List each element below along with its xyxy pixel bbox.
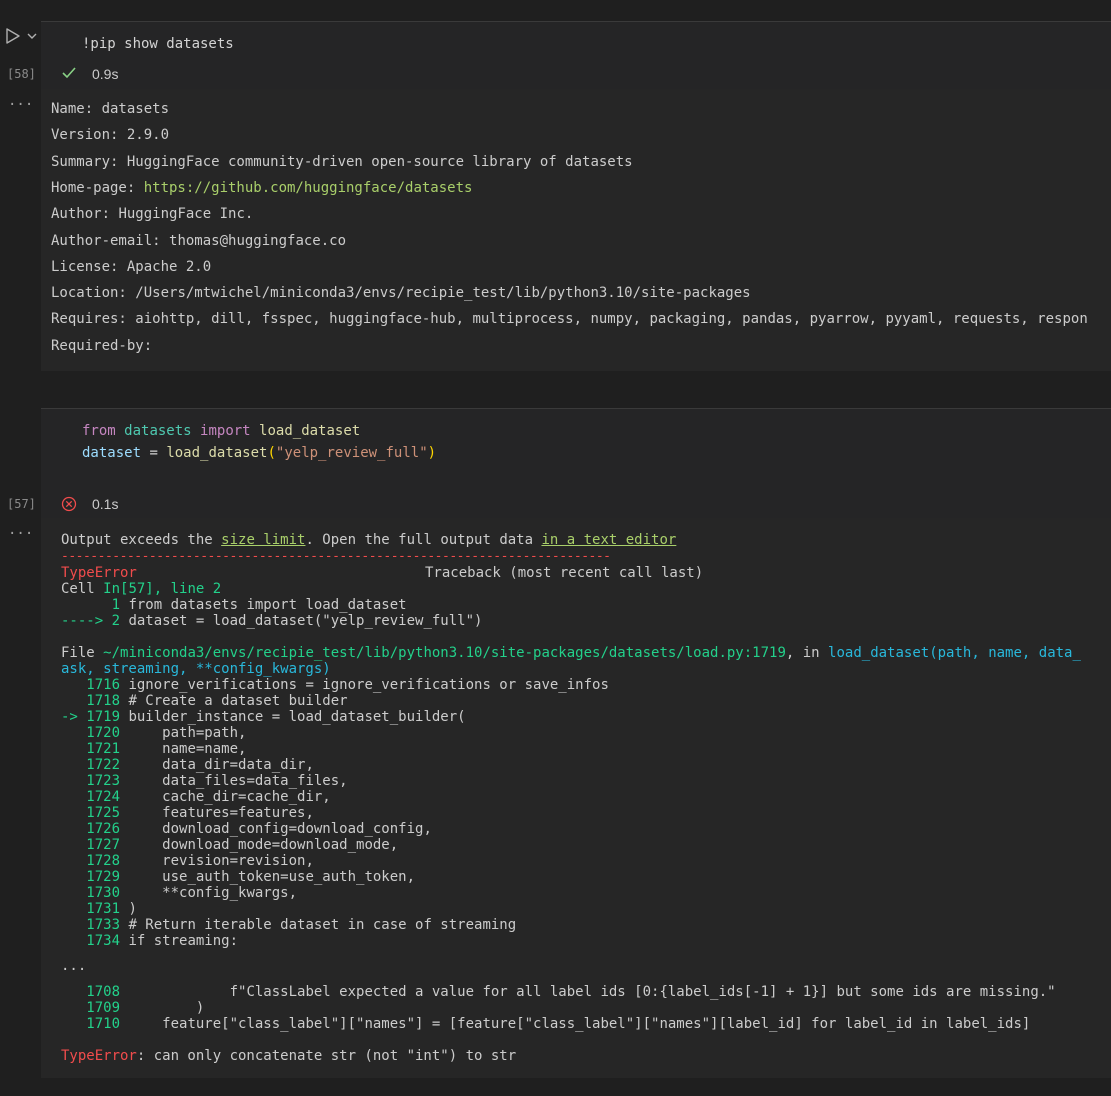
- output-limit-notice: Output exceeds the size limit. Open the …: [61, 532, 677, 548]
- traceback-source-line: 1722 data_dir=data_dir,: [61, 757, 314, 773]
- traceback-source-line: 1721 name=name,: [61, 741, 247, 757]
- traceback-source-line: 1728 revision=revision,: [61, 853, 314, 869]
- cell-2-code-line-2[interactable]: dataset = load_dataset("yelp_review_full…: [82, 445, 436, 461]
- error-circle-icon: [61, 496, 77, 512]
- traceback-source-line: -> 1719 builder_instance = load_dataset_…: [61, 709, 466, 725]
- cell-1-exec-count: [58]: [7, 67, 36, 81]
- traceback-source-line: 1726 download_config=download_config,: [61, 821, 432, 837]
- check-icon: [62, 67, 76, 79]
- traceback-ellipsis: ...: [61, 958, 87, 974]
- traceback-source-line: 1729 use_auth_token=use_auth_token,: [61, 869, 416, 885]
- output-line: License: Apache 2.0: [51, 258, 212, 275]
- traceback-source-line: 1725 features=features,: [61, 805, 314, 821]
- traceback-source-line: 1716 ignore_verifications = ignore_verif…: [61, 677, 609, 693]
- traceback-source-line: 1733 # Return iterable dataset in case o…: [61, 917, 517, 933]
- traceback-source-line: 1710 feature["class_label"]["names"] = […: [61, 1016, 1031, 1032]
- cell-2-duration: 0.1s: [92, 496, 119, 512]
- open-in-text-editor-link[interactable]: in a text editor: [541, 532, 676, 548]
- output-line: Requires: aiohttp, dill, fsspec, hugging…: [51, 311, 1088, 328]
- output-line: Author-email: thomas@huggingface.co: [51, 232, 347, 249]
- cell-2-output-menu-icon[interactable]: ···: [8, 526, 33, 542]
- size-limit-link[interactable]: size limit: [221, 532, 305, 548]
- traceback-source-line: 1708 f"ClassLabel expected a value for a…: [61, 984, 1056, 1000]
- traceback-source-line: 1723 data_files=data_files,: [61, 773, 348, 789]
- traceback-source-line: 1724 cache_dir=cache_dir,: [61, 789, 331, 805]
- cell-2-exec-count: [57]: [7, 497, 36, 511]
- traceback-source-line: 1720 path=path,: [61, 725, 247, 741]
- traceback-final-error: TypeError: can only concatenate str (not…: [61, 1048, 517, 1064]
- traceback-source-line: 1709 ): [61, 1000, 205, 1016]
- traceback-source-line: 1734 if streaming:: [61, 933, 239, 949]
- output-line: Location: /Users/mtwichel/miniconda3/env…: [51, 285, 751, 302]
- traceback-line-1: 1 from datasets import load_dataset: [61, 597, 407, 613]
- traceback-error-name: TypeError: [61, 565, 137, 581]
- output-line: Name: datasets: [51, 101, 170, 117]
- traceback-line-2: ----> 2 dataset = load_dataset("yelp_rev…: [61, 613, 483, 629]
- cell-1-output: [41, 89, 1111, 371]
- output-line: Author: HuggingFace Inc.: [51, 206, 254, 223]
- output-line: Version: 2.9.0: [51, 127, 170, 144]
- cell-1-output-menu-icon[interactable]: ···: [8, 97, 33, 113]
- cell-2-code-line-1[interactable]: from datasets import load_dataset: [82, 423, 360, 439]
- traceback-source-line: 1718 # Create a dataset builder: [61, 693, 348, 709]
- traceback-separator: ----------------------------------------…: [61, 549, 611, 564]
- traceback-source-line: 1727 download_mode=download_mode,: [61, 837, 399, 853]
- run-triangle-icon: [6, 28, 20, 44]
- home-page-link[interactable]: https://github.com/huggingface/datasets: [144, 180, 473, 196]
- chevron-down-icon: [27, 33, 37, 39]
- run-cell-button[interactable]: [6, 28, 44, 48]
- cell-1-duration: 0.9s: [92, 66, 119, 82]
- cell-1-input[interactable]: [41, 21, 1111, 90]
- traceback-source-line: 1730 **config_kwargs,: [61, 885, 298, 901]
- traceback-source-line: 1731 ): [61, 901, 137, 917]
- cell-1-code[interactable]: !pip show datasets: [82, 36, 234, 52]
- traceback-cell-ref: Cell In[57], line 2: [61, 581, 222, 597]
- traceback-file-ref: File ~/miniconda3/envs/recipie_test/lib/…: [61, 645, 1081, 661]
- output-line: Summary: HuggingFace community-driven op…: [51, 153, 633, 170]
- traceback-header-right: Traceback (most recent call last): [425, 565, 704, 581]
- traceback-file-ref-cont: ask, streaming, **config_kwargs): [61, 661, 331, 677]
- output-line: Required-by:: [51, 337, 153, 354]
- output-line: Home-page: https://github.com/huggingfac…: [51, 179, 473, 196]
